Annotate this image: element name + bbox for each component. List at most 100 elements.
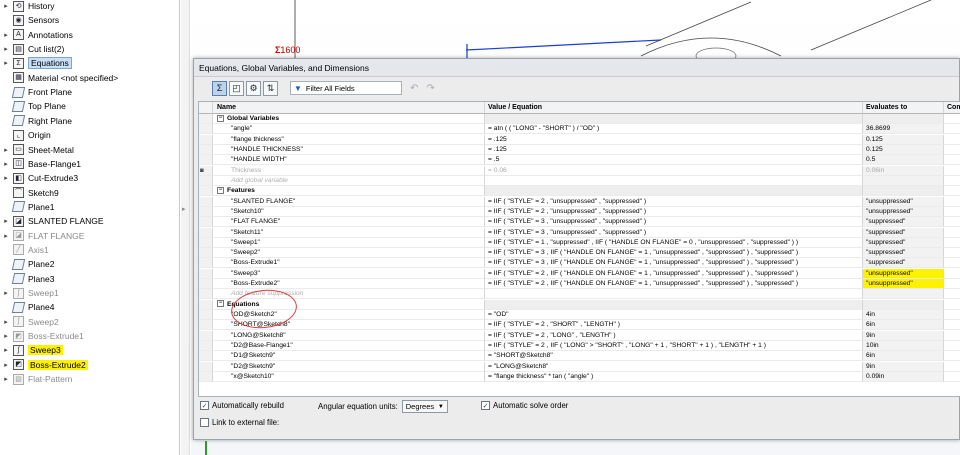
tree-item-cut-list-2[interactable]: ▸ ▤ Cut list(2) xyxy=(0,42,178,56)
expand-arrow-icon[interactable]: ▸ xyxy=(2,160,10,168)
comment-cell[interactable] xyxy=(944,207,960,217)
tree-item-boss-extrude2[interactable]: ▸ ◩ Boss-Extrude2 xyxy=(0,358,178,372)
comment-cell[interactable] xyxy=(944,197,960,207)
table-row[interactable]: ◙ Thickness = 0.06 0.06in xyxy=(199,165,960,176)
column-header-evaluates[interactable]: Evaluates to xyxy=(863,102,944,114)
tree-item-right-plane[interactable]: Right Plane xyxy=(0,114,178,128)
tree-item-origin[interactable]: ⌞ Origin xyxy=(0,128,178,142)
collapse-icon[interactable]: − xyxy=(217,300,224,308)
table-row[interactable]: "D2@Sketch9" = "LONG@Sketch8" 9in xyxy=(199,361,960,372)
expand-arrow-icon[interactable]: ▸ xyxy=(2,45,10,53)
comment-cell[interactable] xyxy=(944,166,960,176)
tree-item-sensors[interactable]: ◉ Sensors xyxy=(0,13,178,27)
expand-arrow-icon[interactable]: ▸ xyxy=(2,375,10,383)
add-row[interactable]: Add feature suppression xyxy=(199,289,960,300)
name-cell[interactable]: "x@Sketch10" xyxy=(213,372,485,382)
comment-cell[interactable] xyxy=(944,351,960,362)
name-cell[interactable]: "Boss-Extrude1" xyxy=(213,258,485,269)
column-header-comments[interactable]: Comments xyxy=(944,102,960,114)
expand-arrow-icon[interactable]: ▸ xyxy=(2,31,10,39)
tree-item-boss-extrude1[interactable]: ▸ ◩ Boss-Extrude1 xyxy=(0,329,178,343)
comment-cell[interactable] xyxy=(944,217,960,228)
value-cell[interactable]: = "SHORT@Sketch8" xyxy=(485,351,863,362)
tree-item-cut-extrude3[interactable]: ▸ ◧ Cut-Extrude3 xyxy=(0,171,178,185)
comment-cell[interactable] xyxy=(944,331,960,341)
table-row[interactable]: "SLANTED FLANGE" = IIF ( "STYLE" = 2 , "u… xyxy=(199,196,960,207)
name-cell[interactable]: "SLANTED FLANGE" xyxy=(213,196,485,207)
tree-item-plane2[interactable]: Plane2 xyxy=(0,257,178,271)
comment-cell[interactable] xyxy=(944,238,960,248)
scroll-grip-icon[interactable]: ▸ xyxy=(182,205,188,213)
name-cell[interactable]: "D2@Base-Flange1" xyxy=(213,341,485,352)
name-cell[interactable]: Thickness xyxy=(213,165,485,176)
comment-cell[interactable] xyxy=(944,341,960,352)
comment-cell[interactable] xyxy=(944,248,960,259)
tree-item-sketch9[interactable]: ⌒ Sketch9 xyxy=(0,186,178,200)
comment-cell[interactable] xyxy=(944,310,960,321)
value-cell[interactable]: = 0.06 xyxy=(485,165,863,176)
undo-icon[interactable]: ↶ xyxy=(410,83,418,94)
name-cell[interactable]: "flange thickness" xyxy=(213,134,485,145)
table-row[interactable]: "OD@Sketch2" = "OD" 4in xyxy=(199,310,960,321)
table-row[interactable]: "Sketch11" = IIF ( "STYLE" = 3 , "unsuppr… xyxy=(199,227,960,238)
name-cell[interactable]: "Boss-Extrude2" xyxy=(213,279,485,290)
redo-icon[interactable]: ↷ xyxy=(426,83,434,94)
add-row-value[interactable] xyxy=(485,175,863,186)
tree-item-slanted-flange[interactable]: ▸ ◪ SLANTED FLANGE xyxy=(0,214,178,228)
comment-cell[interactable] xyxy=(944,320,960,331)
value-cell[interactable]: = IIF ( "STYLE" = 2 , IIF ( "HANDLE ON F… xyxy=(485,279,863,290)
name-cell[interactable]: "HANDLE WIDTH" xyxy=(213,155,485,166)
table-row[interactable]: "Boss-Extrude2" = IIF ( "STYLE" = 2 , IIF… xyxy=(199,279,960,290)
tree-item-sweep2[interactable]: ▸ ʃ Sweep2 xyxy=(0,315,178,329)
expand-arrow-icon[interactable]: ▸ xyxy=(2,59,10,67)
name-cell[interactable]: "LONG@Sketch8" xyxy=(213,330,485,341)
name-cell[interactable]: "angle" xyxy=(213,124,485,135)
tree-scrollbar[interactable]: ▸ xyxy=(181,0,190,455)
value-cell[interactable]: = IIF ( "STYLE" = 3 , "unsuppressed" , "… xyxy=(485,217,863,228)
section-row[interactable]: − Equations xyxy=(199,299,960,310)
ordered-view-button[interactable]: ⇅ xyxy=(263,80,278,96)
auto-rebuild-checkbox[interactable]: ✓ xyxy=(200,401,209,410)
expand-arrow-icon[interactable]: ▸ xyxy=(2,346,10,354)
tree-item-plane1[interactable]: Plane1 xyxy=(0,200,178,214)
dialog-titlebar[interactable]: Equations, Global Variables, and Dimensi… xyxy=(194,59,959,77)
expand-arrow-icon[interactable]: ▸ xyxy=(2,232,10,240)
expand-arrow-icon[interactable]: ▸ xyxy=(2,2,10,10)
section-row[interactable]: − Global Variables xyxy=(199,114,960,124)
comment-cell[interactable] xyxy=(944,269,960,279)
tree-item-flat-pattern[interactable]: ▸ ▧ Flat-Pattern xyxy=(0,372,178,386)
sketch-equation-view-button[interactable]: ◰ xyxy=(229,80,244,96)
name-cell[interactable]: "D1@Sketch9" xyxy=(213,351,485,362)
expand-arrow-icon[interactable]: ▸ xyxy=(2,217,10,225)
table-row[interactable]: "Sweep2" = IIF ( "STYLE" = 3 , IIF ( "HAN… xyxy=(199,248,960,259)
auto-solve-option[interactable]: ✓ Automatic solve order xyxy=(481,401,568,410)
table-row[interactable]: "flange thickness" = .125 0.125 xyxy=(199,134,960,145)
collapse-icon[interactable]: − xyxy=(217,186,224,194)
name-cell[interactable]: "Sweep2" xyxy=(213,248,485,259)
name-cell[interactable]: "HANDLE THICKNESS" xyxy=(213,144,485,155)
angular-units-select[interactable]: Degrees ▼ xyxy=(401,400,448,413)
column-header-value[interactable]: Value / Equation xyxy=(485,102,863,114)
link-external-option[interactable]: Link to external file: xyxy=(200,418,279,427)
filter-input[interactable]: ▼ Filter All Fields xyxy=(290,81,402,95)
name-cell[interactable]: "Sweep3" xyxy=(213,268,485,279)
value-cell[interactable]: = .125 xyxy=(485,144,863,155)
table-row[interactable]: "Sketch10" = IIF ( "STYLE" = 2 , "unsuppr… xyxy=(199,206,960,217)
value-cell[interactable]: = IIF ( "STYLE" = 1 , "suppressed" , IIF… xyxy=(485,237,863,248)
tree-item-plane3[interactable]: Plane3 xyxy=(0,272,178,286)
link-external-checkbox[interactable] xyxy=(200,418,209,427)
tree-item-flat-flange[interactable]: ▸ ◪ FLAT FLANGE xyxy=(0,229,178,243)
auto-rebuild-option[interactable]: ✓ Automatically rebuild xyxy=(200,401,284,410)
value-cell[interactable]: = IIF ( "STYLE" = 2 , "SHORT" , "LENGTH"… xyxy=(485,320,863,331)
comment-cell[interactable] xyxy=(944,124,960,135)
name-cell[interactable]: "D2@Sketch9" xyxy=(213,361,485,372)
comment-cell[interactable] xyxy=(944,279,960,290)
tree-item-axis1[interactable]: ╱ Axis1 xyxy=(0,243,178,257)
value-cell[interactable]: = IIF ( "STYLE" = 2 , IIF ( "LONG" > "SH… xyxy=(485,341,863,352)
auto-solve-checkbox[interactable]: ✓ xyxy=(481,401,490,410)
tree-item-history[interactable]: ▸ ⟲ History xyxy=(0,0,178,13)
tree-item-front-plane[interactable]: Front Plane xyxy=(0,85,178,99)
tree-item-plane4[interactable]: Plane4 xyxy=(0,300,178,314)
name-cell[interactable]: "FLAT FLANGE" xyxy=(213,217,485,228)
add-row-comment[interactable] xyxy=(944,289,960,300)
